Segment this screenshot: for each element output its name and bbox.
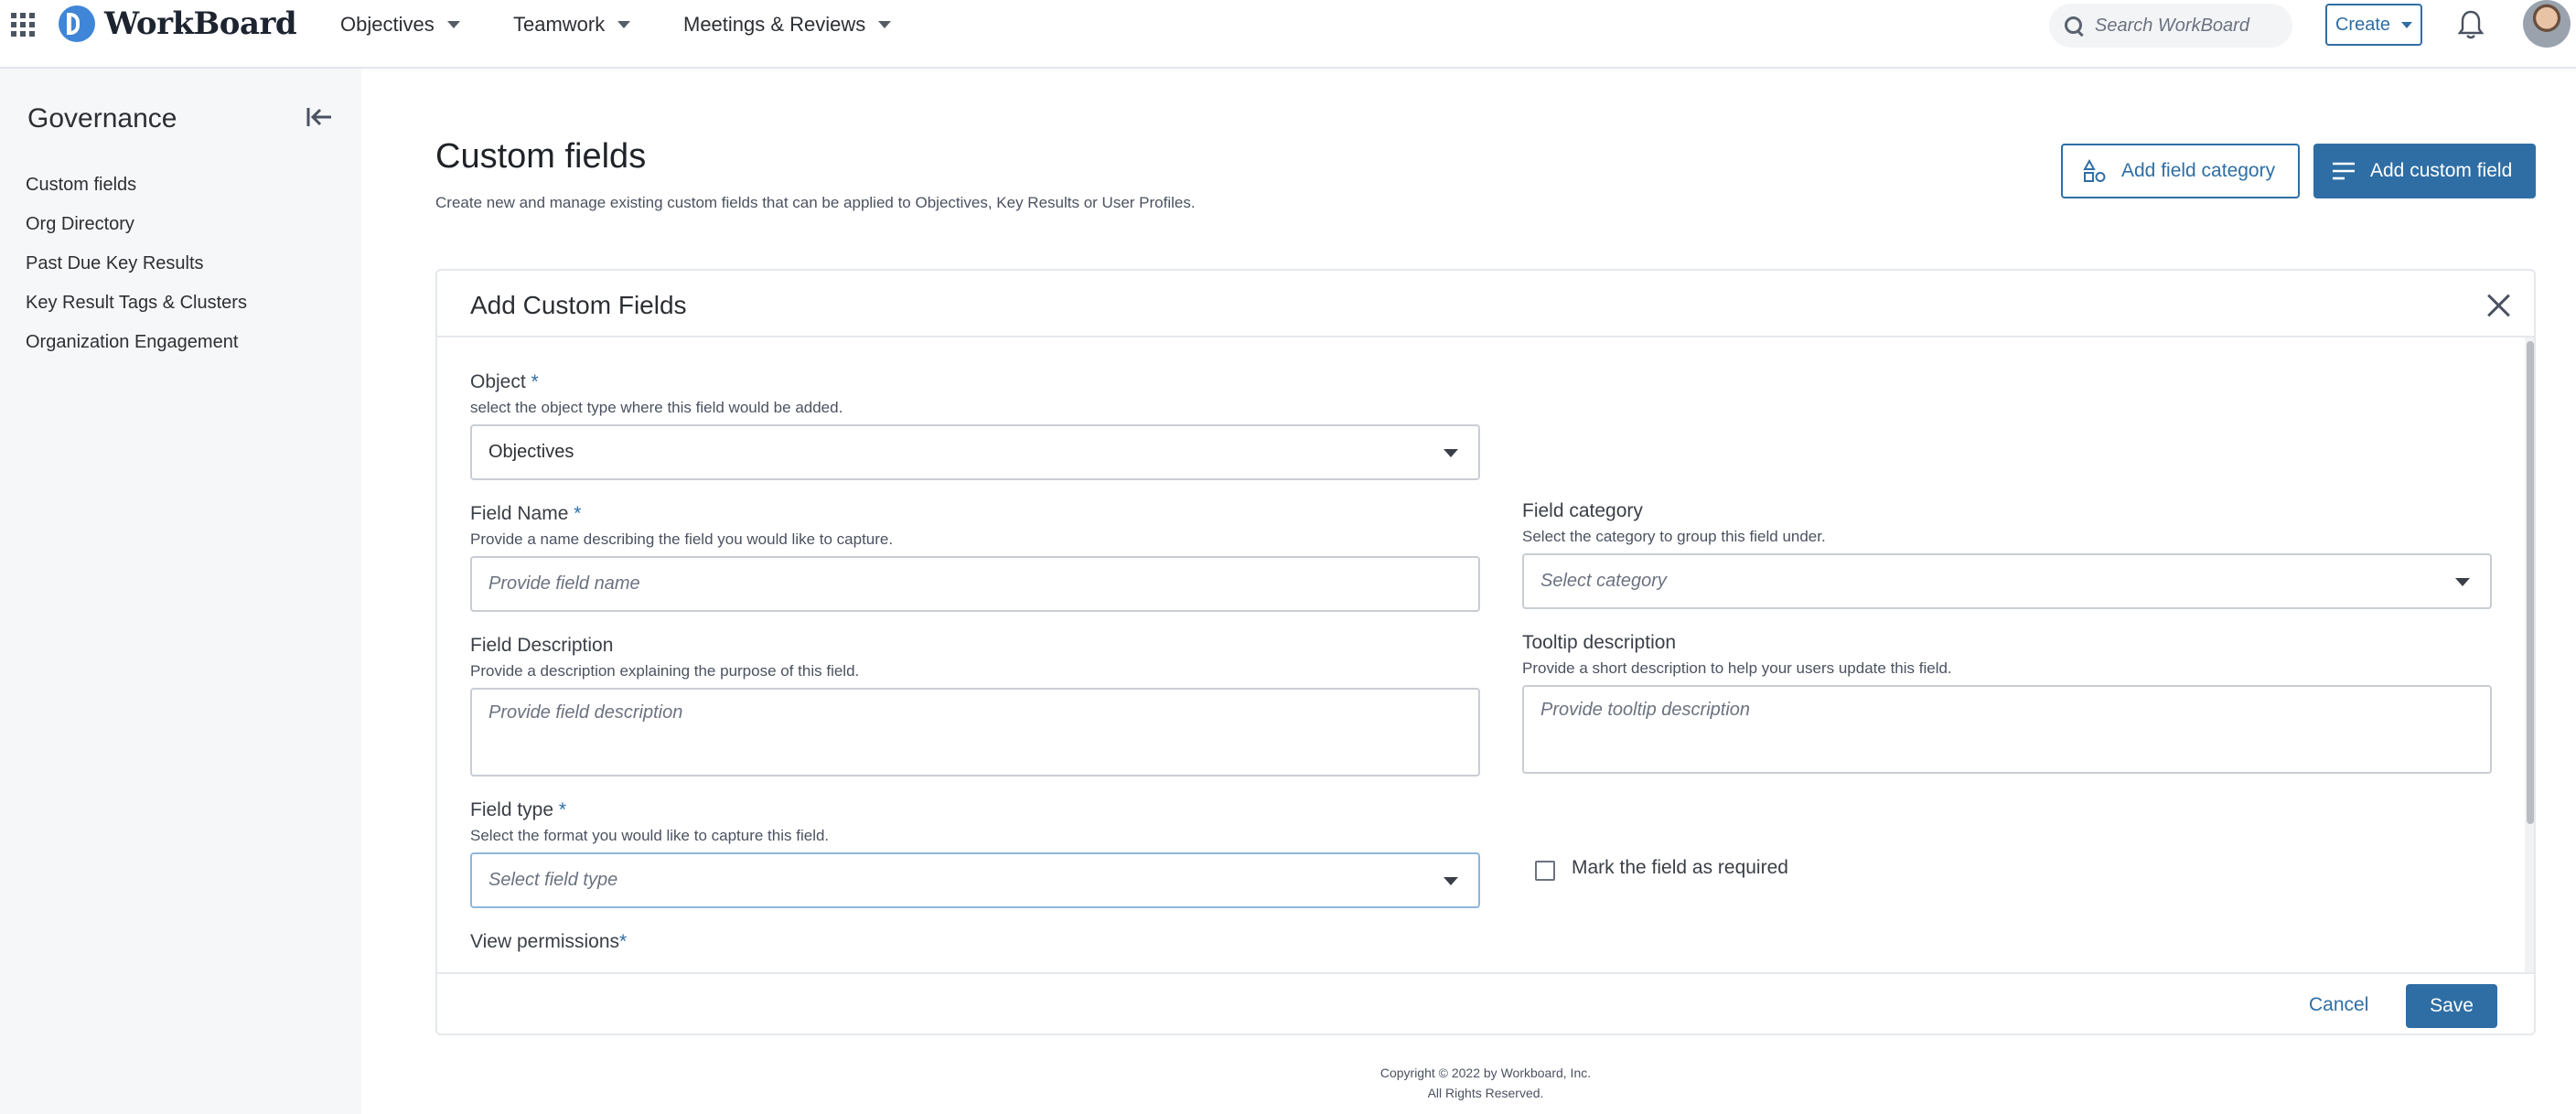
cancel-button[interactable]: Cancel: [2309, 994, 2368, 1016]
field-type-label-text: Field type: [470, 799, 554, 820]
add-custom-field-label: Add custom field: [2370, 160, 2513, 181]
governance-sidebar: Governance Custom fields Org Directory P…: [0, 69, 361, 1114]
sidebar-title: Governance: [27, 103, 177, 134]
add-custom-fields-panel: Add Custom Fields Object * select the ob…: [435, 269, 2536, 1035]
nav-teamwork[interactable]: Teamwork: [513, 13, 631, 37]
object-select[interactable]: Objectives: [470, 424, 1480, 480]
app-launcher-grid-icon[interactable]: [11, 13, 35, 37]
nav-objectives-label: Objectives: [340, 13, 435, 36]
dropdown-caret-icon: [1444, 876, 1458, 885]
object-select-value: Objectives: [488, 442, 574, 462]
text-lines-icon: [2333, 162, 2355, 180]
field-description-textarea[interactable]: Provide field description: [470, 688, 1480, 777]
search-icon: [2064, 16, 2084, 36]
sidebar-item-key-result-tags-clusters[interactable]: Key Result Tags & Clusters: [26, 293, 247, 314]
field-type-select[interactable]: Select field type: [470, 852, 1480, 908]
page-subtitle: Create new and manage existing custom fi…: [435, 194, 1196, 211]
tooltip-description-placeholder: Provide tooltip description: [1540, 700, 1751, 720]
required-marker: *: [558, 799, 567, 820]
dropdown-caret-icon: [2455, 577, 2470, 586]
add-field-category-button[interactable]: Add field category: [2061, 144, 2300, 198]
required-checkbox-label: Mark the field as required: [1572, 857, 1788, 878]
workboard-logo[interactable]: WorkBoard: [59, 4, 297, 44]
field-category-placeholder: Select category: [1540, 571, 1667, 591]
create-button-label: Create: [2334, 14, 2391, 35]
add-custom-field-button[interactable]: Add custom field: [2313, 144, 2536, 198]
object-label-text: Object: [470, 371, 526, 392]
required-marker: *: [531, 371, 539, 392]
chevron-down-icon: [617, 21, 631, 28]
view-permissions-label: View permissions*: [470, 931, 627, 953]
page-title: Custom fields: [435, 137, 647, 176]
field-name-input[interactable]: Provide field name: [470, 556, 1480, 612]
panel-title: Add Custom Fields: [470, 291, 687, 319]
panel-header: Add Custom Fields: [437, 271, 2534, 337]
chevron-down-icon: [446, 21, 460, 28]
logo-text: WorkBoard: [104, 5, 297, 42]
field-category-label: Field category: [1522, 500, 1643, 521]
search-input[interactable]: Search WorkBoard: [2049, 4, 2292, 48]
dropdown-caret-icon: [1444, 448, 1458, 457]
sidebar-item-org-directory[interactable]: Org Directory: [26, 214, 134, 235]
field-name-label: Field Name *: [470, 503, 581, 525]
tooltip-description-textarea[interactable]: Provide tooltip description: [1522, 685, 2492, 774]
sidebar-item-past-due-key-results[interactable]: Past Due Key Results: [26, 253, 204, 274]
chevron-down-icon: [878, 21, 892, 28]
field-name-hint: Provide a name describing the field you …: [470, 530, 894, 548]
sidebar-item-organization-engagement[interactable]: Organization Engagement: [26, 332, 238, 353]
close-icon[interactable]: [2486, 293, 2512, 318]
panel-scrollbar[interactable]: [2525, 337, 2534, 972]
field-description-label: Field Description: [470, 635, 614, 656]
chevron-down-icon: [2401, 21, 2413, 28]
field-description-placeholder: Provide field description: [488, 702, 683, 723]
field-category-select[interactable]: Select category: [1522, 553, 2492, 609]
nav-objectives[interactable]: Objectives: [340, 13, 460, 37]
panel-footer: Cancel Save: [437, 972, 2534, 1034]
tooltip-description-label: Tooltip description: [1522, 632, 1677, 653]
scrollbar-thumb[interactable]: [2527, 341, 2534, 824]
nav-meetings-reviews[interactable]: Meetings & Reviews: [683, 13, 892, 37]
shapes-category-icon: [2083, 159, 2106, 182]
object-label: Object *: [470, 371, 539, 393]
nav-meetings-reviews-label: Meetings & Reviews: [683, 13, 866, 36]
field-type-hint: Select the format you would like to capt…: [470, 827, 830, 844]
add-field-category-label: Add field category: [2121, 160, 2276, 181]
required-marker: *: [619, 931, 628, 952]
nav-teamwork-label: Teamwork: [513, 13, 606, 36]
user-avatar[interactable]: [2523, 0, 2571, 48]
field-category-hint: Select the category to group this field …: [1522, 528, 1826, 545]
rights-text: All Rights Reserved.: [1427, 1086, 1544, 1100]
tooltip-description-hint: Provide a short description to help your…: [1522, 659, 1952, 677]
view-permissions-label-text: View permissions: [470, 931, 620, 952]
field-type-placeholder: Select field type: [488, 870, 618, 890]
sidebar-item-custom-fields[interactable]: Custom fields: [26, 175, 136, 196]
required-marker: *: [574, 503, 582, 524]
field-type-label: Field type *: [470, 799, 566, 821]
required-checkbox[interactable]: [1535, 861, 1555, 881]
object-hint: select the object type where this field …: [470, 399, 843, 416]
notifications-bell-icon[interactable]: [2457, 9, 2485, 40]
copyright-text: Copyright © 2022 by Workboard, Inc.: [1379, 1066, 1592, 1080]
save-button[interactable]: Save: [2406, 984, 2497, 1028]
create-button[interactable]: Create: [2325, 4, 2422, 46]
field-name-placeholder: Provide field name: [488, 573, 640, 594]
field-description-hint: Provide a description explaining the pur…: [470, 662, 860, 680]
search-placeholder: Search WorkBoard: [2095, 15, 2249, 36]
top-navigation-bar: WorkBoard Objectives Teamwork Meetings &…: [0, 0, 2576, 69]
workboard-logo-icon: [59, 5, 95, 42]
field-name-label-text: Field Name: [470, 503, 569, 524]
collapse-sidebar-icon[interactable]: [306, 105, 333, 129]
